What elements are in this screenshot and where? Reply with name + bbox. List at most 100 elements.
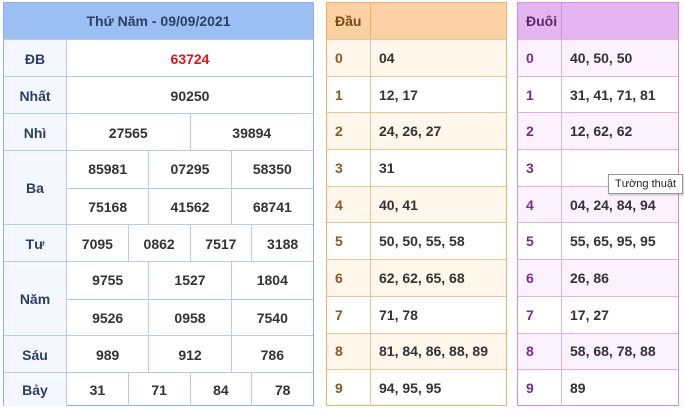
- prize-number: 989: [95, 346, 120, 363]
- duoi-row: 6 26, 86: [518, 259, 678, 296]
- dau-row: 1 12, 17: [327, 75, 506, 113]
- dau-values: 50, 50, 55, 58: [379, 233, 465, 250]
- prize-number: 912: [148, 336, 230, 373]
- prize-number: 31: [89, 381, 106, 398]
- prize-row-sau: Sáu 989 912 786: [4, 335, 313, 373]
- duoi-digit: 0: [518, 40, 562, 76]
- dau-digit: 2: [327, 113, 371, 150]
- prize-number-special: 63724: [170, 50, 210, 67]
- duoi-digit: 2: [518, 113, 562, 150]
- prize-row-ba: Ba 85981 07295 58350 75168 41562 68741: [4, 150, 313, 225]
- dau-values: 94, 95, 95: [379, 380, 442, 397]
- results-title: Thứ Năm - 09/09/2021: [4, 3, 313, 39]
- prize-label: Bảy: [4, 373, 67, 406]
- dau-values: 71, 78: [379, 306, 418, 323]
- prize-number: 78: [251, 373, 313, 406]
- dau-header: Đầu: [327, 3, 506, 39]
- duoi-row: 0 40, 50, 50: [518, 39, 678, 76]
- dau-digit: 4: [327, 186, 371, 223]
- duoi-row: 9 89: [518, 369, 678, 406]
- dau-row: 5 50, 50, 55, 58: [327, 222, 506, 260]
- duoi-values: 55, 65, 95, 95: [570, 233, 656, 250]
- prize-label: Sáu: [4, 336, 67, 373]
- duoi-digit: 4: [518, 186, 562, 223]
- duoi-values: 58, 68, 78, 88: [570, 343, 656, 360]
- duoi-digit: 8: [518, 333, 562, 370]
- tooltip: Tường thuật: [608, 174, 684, 194]
- duoi-values: 40, 50, 50: [570, 49, 633, 66]
- duoi-row: 5 55, 65, 95, 95: [518, 222, 678, 260]
- prize-label: ĐB: [4, 40, 67, 77]
- dau-digit: 7: [327, 296, 371, 333]
- duoi-digit: 6: [518, 260, 562, 296]
- results-table: Thứ Năm - 09/09/2021 ĐB 63724 Nhất 90250…: [3, 2, 314, 406]
- dau-row: 6 62, 62, 65, 68: [327, 259, 506, 296]
- duoi-row: 7 17, 27: [518, 295, 678, 333]
- prize-number: 07295: [148, 151, 230, 188]
- dau-digit: 0: [327, 40, 371, 76]
- prize-row-nhat: Nhất 90250: [4, 76, 313, 114]
- prize-row-nhi: Nhì 27565 39894: [4, 113, 313, 151]
- duoi-table: Đuôi 0 40, 50, 50 1 31, 41, 71, 81 2 12, 62…: [517, 2, 679, 406]
- prize-label: Ba: [4, 151, 67, 225]
- dau-row: 3 31: [327, 149, 506, 186]
- prize-number: 7540: [230, 299, 313, 336]
- dau-row: 0 04: [327, 39, 506, 76]
- dau-digit: 1: [327, 76, 371, 113]
- duoi-row: 8 58, 68, 78, 88: [518, 332, 678, 370]
- dau-digit: 6: [327, 260, 371, 296]
- dau-row: 2 24, 26, 27: [327, 112, 506, 150]
- duoi-digit: 7: [518, 296, 562, 333]
- prize-number: 84: [189, 373, 252, 406]
- dau-values: 31: [379, 159, 395, 176]
- dau-digit: 3: [327, 150, 371, 186]
- dau-row: 4 40, 41: [327, 185, 506, 223]
- prize-number: 75168: [88, 198, 128, 215]
- prize-number: 7095: [81, 235, 113, 252]
- dau-digit: 9: [327, 370, 371, 406]
- prize-label: Nhất: [4, 77, 67, 114]
- prize-row-nam: Năm 9755 1527 1804 9526 0958 7540: [4, 261, 313, 336]
- prize-row-tu: Tư 7095 0862 7517 3188: [4, 224, 313, 262]
- prize-number: 85981: [88, 161, 128, 178]
- dau-values: 24, 26, 27: [379, 123, 442, 140]
- prize-label: Nhì: [4, 114, 67, 151]
- duoi-header: Đuôi: [518, 3, 678, 39]
- duoi-digit: 5: [518, 223, 562, 260]
- dau-row: 7 71, 78: [327, 295, 506, 333]
- duoi-values: 12, 62, 62: [570, 123, 633, 140]
- duoi-digit: 9: [518, 370, 562, 406]
- duoi-header-label: Đuôi: [518, 3, 562, 39]
- dau-header-label: Đầu: [327, 3, 371, 39]
- dau-values: 62, 62, 65, 68: [379, 269, 465, 286]
- duoi-values: 17, 27: [570, 306, 609, 323]
- prize-number: 39894: [189, 114, 314, 151]
- prize-number: 9526: [92, 309, 124, 326]
- prize-number: 27565: [108, 124, 148, 141]
- dau-values: 81, 84, 86, 88, 89: [379, 343, 488, 360]
- duoi-digit: 1: [518, 76, 562, 113]
- dau-digit: 8: [327, 333, 371, 370]
- dau-digit: 5: [327, 223, 371, 260]
- duoi-values: 26, 86: [570, 269, 609, 286]
- prize-label: Năm: [4, 262, 67, 336]
- prize-number: 71: [127, 373, 190, 406]
- prize-row-bay: Bảy 31 71 84 78: [4, 372, 313, 406]
- prize-number: 90250: [170, 87, 210, 104]
- prize-number: 7517: [189, 225, 252, 262]
- prize-label: Tư: [4, 225, 67, 262]
- dau-row: 9 94, 95, 95: [327, 369, 506, 406]
- prize-row-db: ĐB 63724: [4, 39, 313, 77]
- prize-number: 3188: [251, 225, 313, 262]
- duoi-row: 1 31, 41, 71, 81: [518, 75, 678, 113]
- prize-number: 41562: [148, 188, 230, 225]
- dau-values: 40, 41: [379, 196, 418, 213]
- prize-number: 0958: [148, 299, 230, 336]
- duoi-row: 2 12, 62, 62: [518, 112, 678, 150]
- prize-number: 9755: [92, 272, 124, 289]
- prize-number: 1804: [230, 262, 313, 299]
- duoi-values: 31, 41, 71, 81: [570, 86, 656, 103]
- duoi-digit: 3: [518, 150, 562, 186]
- duoi-values: 89: [570, 380, 586, 397]
- dau-table: Đầu 0 04 1 12, 17 2 24, 26, 27 3 31 4 40, 41 …: [326, 2, 507, 406]
